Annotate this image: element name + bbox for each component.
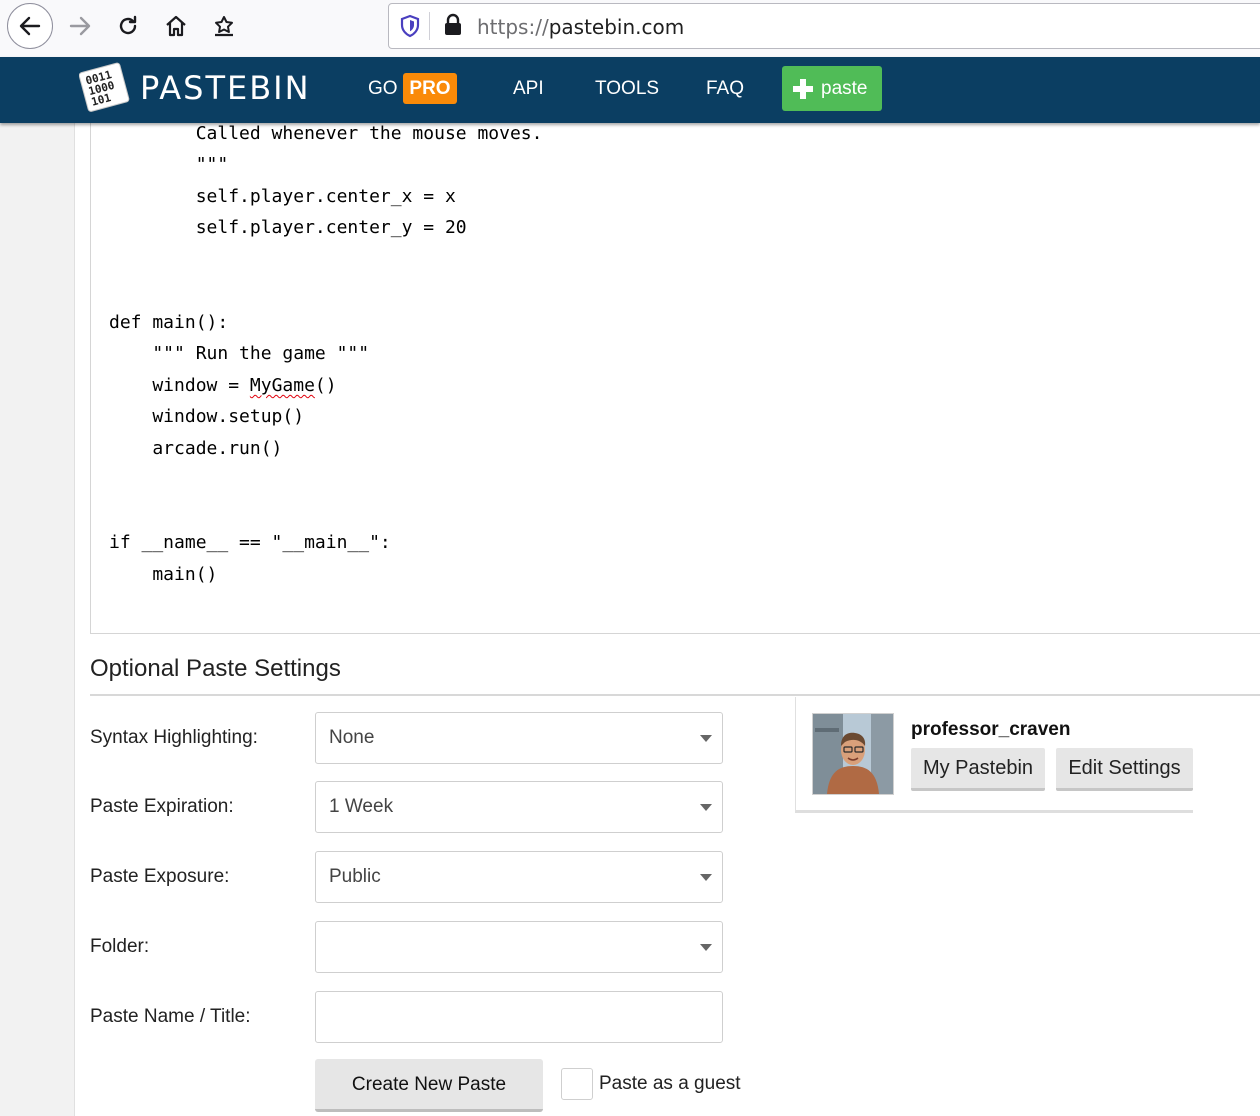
expiration-value: 1 Week [329,796,394,817]
back-button[interactable] [7,3,53,49]
code-line: if __name__ == "__main__": [109,532,391,553]
address-bar[interactable]: https://pastebin.com [388,3,1260,49]
syntax-value: None [329,727,375,748]
code-line: window.setup() [109,406,305,427]
edit-settings-button[interactable]: Edit Settings [1056,748,1193,791]
nav-api[interactable]: API [513,78,544,100]
settings-heading: Optional Paste Settings [90,655,341,682]
pastebin-logo-icon[interactable]: 0011 1000 101 [78,61,130,112]
username[interactable]: professor_craven [911,719,1070,741]
new-paste-label: paste [821,78,868,99]
settings-divider [90,694,1260,696]
syntax-label: Syntax Highlighting: [90,727,258,748]
code-line: self.player.center_x = x [109,186,456,207]
guest-label[interactable]: Paste as a guest [599,1073,741,1095]
user-panel: professor_craven My Pastebin Edit Settin… [795,697,1193,813]
paste-title-label: Paste Name / Title: [90,1006,251,1027]
brand-name[interactable]: PASTEBIN [140,69,311,107]
code-line: def main(): [109,312,229,333]
star-tray-icon [215,16,233,37]
lock-icon[interactable] [443,13,463,42]
exposure-select[interactable]: Public [315,851,723,903]
browser-toolbar: https://pastebin.com [0,0,1260,57]
arrow-right-icon [69,16,91,36]
site-header: 0011 1000 101 PASTEBIN GO PRO API TOOLS … [0,57,1260,123]
folder-select[interactable] [315,921,723,973]
chevron-down-icon [700,804,712,811]
code-line: window = MyGame() [109,375,337,396]
code-line: Called whenever the mouse moves. [109,123,543,144]
reload-button[interactable] [105,3,151,49]
expiration-label: Paste Expiration: [90,796,234,817]
url-separator [429,12,430,40]
nav-tools[interactable]: TOOLS [595,78,659,100]
code-line: self.player.center_y = 20 [109,217,467,238]
home-icon [166,15,186,37]
new-paste-button[interactable]: paste [782,66,882,111]
code-editor[interactable]: Called whenever the mouse moves. """ sel… [90,110,1260,634]
chevron-down-icon [700,944,712,951]
nav-faq[interactable]: FAQ [706,78,744,100]
code-line: """ Run the game """ [109,343,370,364]
url-text: https://pastebin.com [477,15,685,39]
chevron-down-icon [700,874,712,881]
plus-icon [793,79,813,99]
tracking-shield-icon[interactable] [399,14,421,43]
bookmarks-button[interactable] [201,3,247,49]
paste-title-input[interactable] [315,991,723,1043]
my-pastebin-button[interactable]: My Pastebin [911,748,1045,791]
misspelled-word: MyGame [249,375,315,396]
folder-label: Folder: [90,936,150,957]
home-button[interactable] [153,3,199,49]
create-paste-button[interactable]: Create New Paste [315,1059,543,1112]
chevron-down-icon [700,735,712,742]
nav-pro-badge[interactable]: PRO [403,73,457,104]
code-line: main() [109,564,218,585]
arrow-left-icon [19,16,41,36]
guest-checkbox[interactable] [561,1068,593,1100]
code-line: arcade.run() [109,438,283,459]
nav-go[interactable]: GO [368,78,398,100]
avatar[interactable] [812,713,894,795]
exposure-label: Paste Exposure: [90,866,230,887]
reload-icon [119,15,137,35]
code-line: """ [109,154,229,175]
exposure-value: Public [329,866,381,887]
left-gutter [0,123,75,1116]
syntax-select[interactable]: None [315,712,723,764]
forward-button[interactable] [57,3,103,49]
expiration-select[interactable]: 1 Week [315,781,723,833]
